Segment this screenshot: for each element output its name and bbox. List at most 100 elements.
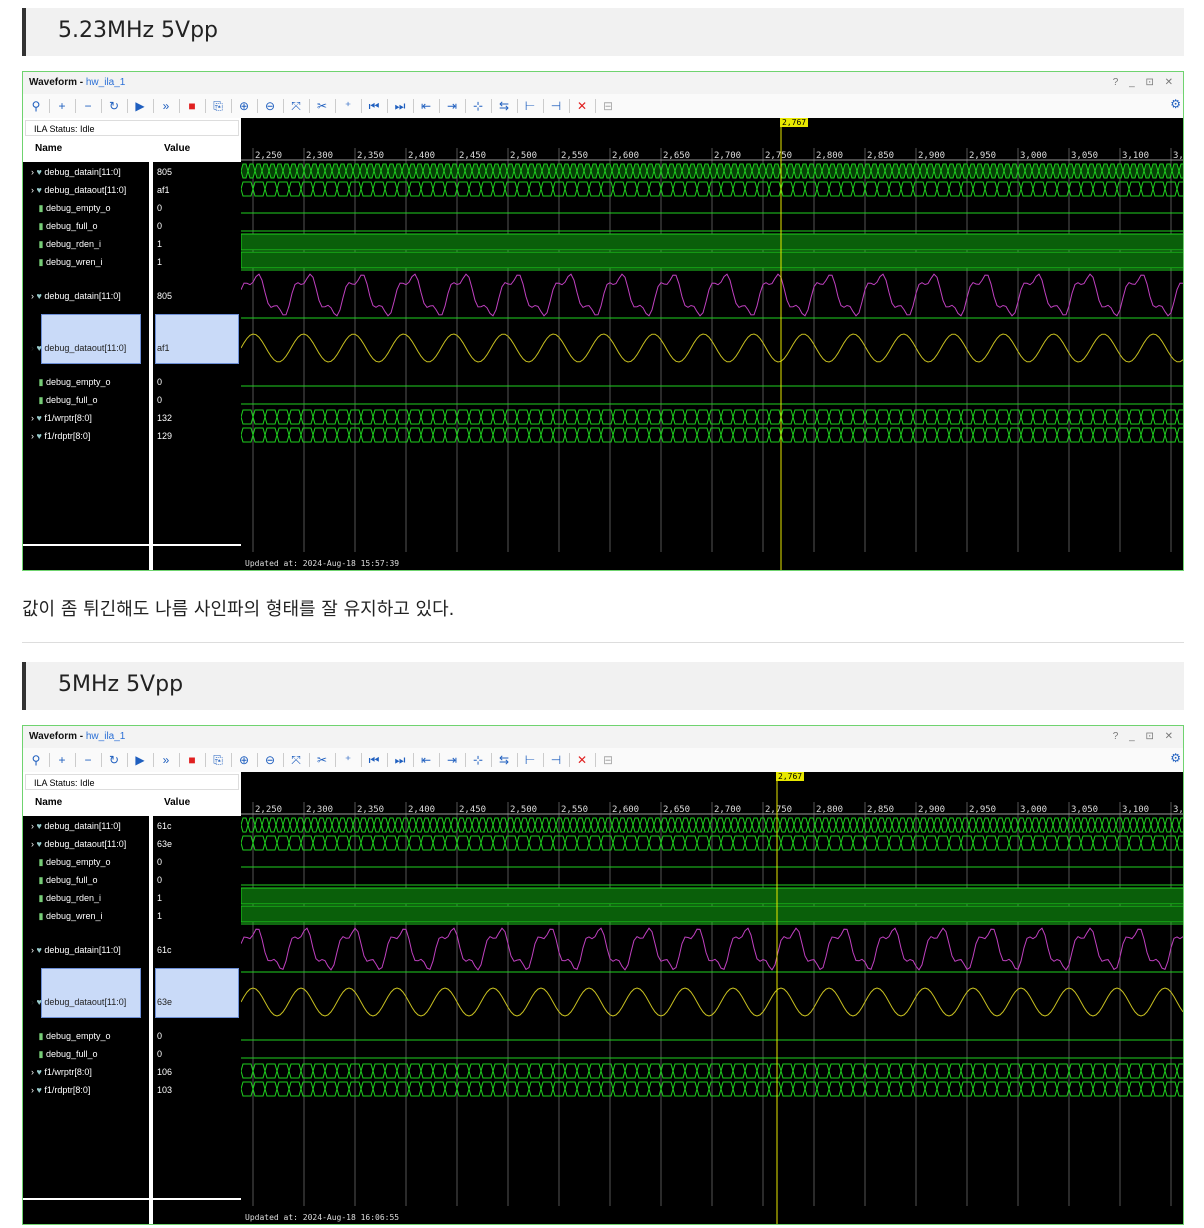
chevron-right-icon[interactable]: › bbox=[31, 821, 34, 831]
signal-row[interactable]: › ♥ f1/rdptr[8:0] 129 bbox=[23, 428, 241, 444]
zoom-out-icon[interactable]: ⊖ bbox=[261, 751, 279, 769]
column-name-header[interactable]: Name bbox=[23, 138, 151, 160]
settings-gear-icon[interactable]: ⚙ bbox=[1170, 97, 1181, 111]
export-icon[interactable]: ⎘ bbox=[209, 751, 227, 769]
signal-row[interactable]: ▮ debug_empty_o 0 bbox=[23, 854, 241, 870]
waveform-canvas[interactable]: 2,250 2,300 2,350 2,400 2,450 2,500 2,550 2,600… bbox=[241, 772, 1183, 1224]
signal-row[interactable]: ▮ debug_full_o 0 bbox=[23, 872, 241, 888]
disabled-icon[interactable]: ⊟ bbox=[599, 751, 617, 769]
zoom-out-icon[interactable]: ⊖ bbox=[261, 97, 279, 115]
cut-icon[interactable]: ✂ bbox=[313, 97, 331, 115]
signal-row[interactable]: ▮ debug_rden_i 1 bbox=[23, 236, 241, 252]
cursor-marker[interactable]: 2,767 bbox=[776, 772, 805, 781]
refresh-icon[interactable]: ↻ bbox=[105, 97, 123, 115]
go-first-icon[interactable]: ⏮ bbox=[365, 97, 383, 115]
marker-right-icon[interactable]: ⊣ bbox=[547, 97, 565, 115]
chevron-right-icon[interactable]: › bbox=[31, 1067, 34, 1077]
export-icon[interactable]: ⎘ bbox=[209, 97, 227, 115]
column-name-header[interactable]: Name bbox=[23, 792, 151, 814]
zoom-fit-icon[interactable]: ⤧ bbox=[287, 97, 305, 115]
search-icon[interactable]: ⚲ bbox=[27, 751, 45, 769]
zoom-in-icon[interactable]: ⊕ bbox=[235, 751, 253, 769]
chevron-right-icon[interactable]: › bbox=[31, 167, 34, 177]
signal-row[interactable]: ▮ debug_full_o 0 bbox=[23, 218, 241, 234]
signal-row[interactable]: ▮ debug_wren_i 1 bbox=[23, 254, 241, 270]
chevron-right-icon[interactable]: › bbox=[31, 945, 34, 955]
chevron-right-icon[interactable]: › bbox=[31, 997, 34, 1007]
next-edge-icon[interactable]: ⇥ bbox=[443, 751, 461, 769]
go-last-icon[interactable]: ⏭ bbox=[391, 751, 409, 769]
updated-at: Updated at: 2024-Aug-18 15:57:39 bbox=[245, 559, 400, 568]
column-value-header[interactable]: Value bbox=[152, 138, 241, 160]
add-cursor-icon[interactable]: ⊹ bbox=[469, 751, 487, 769]
marker-left-icon[interactable]: ⊢ bbox=[521, 751, 539, 769]
add-cursor-icon[interactable]: ⊹ bbox=[469, 97, 487, 115]
delete-icon[interactable]: ✕ bbox=[573, 97, 591, 115]
minus-icon[interactable]: − bbox=[79, 751, 97, 769]
signal-row[interactable]: › ♥ debug_dataout[11:0] af1 bbox=[23, 340, 241, 356]
minus-icon[interactable]: − bbox=[79, 97, 97, 115]
chevron-right-icon[interactable]: › bbox=[31, 413, 34, 423]
stop-icon[interactable]: ■ bbox=[183, 97, 201, 115]
disabled-icon[interactable]: ⊟ bbox=[599, 97, 617, 115]
next-edge-icon[interactable]: ⇥ bbox=[443, 97, 461, 115]
signal-row[interactable]: ▮ debug_full_o 0 bbox=[23, 1046, 241, 1062]
signal-row[interactable]: › ♥ f1/wrptr[8:0] 106 bbox=[23, 1064, 241, 1080]
swap-icon[interactable]: ⇆ bbox=[495, 97, 513, 115]
signal-row[interactable]: ▮ debug_rden_i 1 bbox=[23, 890, 241, 906]
settings-gear-icon[interactable]: ⚙ bbox=[1170, 751, 1181, 765]
marker-right-icon[interactable]: ⊣ bbox=[547, 751, 565, 769]
window-controls[interactable]: ? _ ⊡ ✕ bbox=[1113, 726, 1177, 748]
chevron-right-icon[interactable]: › bbox=[31, 1085, 34, 1095]
signal-row[interactable]: › ♥ debug_datain[11:0] 805 bbox=[23, 164, 241, 180]
refresh-icon[interactable]: ↻ bbox=[105, 751, 123, 769]
swap-icon[interactable]: ⇆ bbox=[495, 751, 513, 769]
delete-icon[interactable]: ✕ bbox=[573, 751, 591, 769]
run-icon[interactable]: ▶ bbox=[131, 751, 149, 769]
signal-row[interactable]: › ♥ debug_dataout[11:0] af1 bbox=[23, 182, 241, 198]
signal-row[interactable]: › ♥ debug_datain[11:0] 805 bbox=[23, 288, 241, 304]
signal-row[interactable]: › ♥ debug_datain[11:0] 61c bbox=[23, 942, 241, 958]
signal-row[interactable]: › ♥ f1/wrptr[8:0] 132 bbox=[23, 410, 241, 426]
waveform-canvas[interactable]: 2,250 2,300 2,350 2,400 2,450 2,500 2,550 2,600… bbox=[241, 118, 1183, 570]
stop-icon[interactable]: ■ bbox=[183, 751, 201, 769]
marker-left-icon[interactable]: ⊢ bbox=[521, 97, 539, 115]
chevron-right-icon[interactable]: › bbox=[31, 343, 34, 353]
fast-forward-icon[interactable]: » bbox=[157, 97, 175, 115]
cut-icon[interactable]: ✂ bbox=[313, 751, 331, 769]
column-value-header[interactable]: Value bbox=[152, 792, 241, 814]
window-controls[interactable]: ? _ ⊡ ✕ bbox=[1113, 72, 1177, 94]
chevron-right-icon[interactable]: › bbox=[31, 291, 34, 301]
prev-edge-icon[interactable]: ⇤ bbox=[417, 751, 435, 769]
zoom-in-plus-icon[interactable]: + bbox=[53, 751, 71, 769]
go-first-icon[interactable]: ⏮ bbox=[365, 751, 383, 769]
chevron-right-icon[interactable]: › bbox=[31, 431, 34, 441]
bus-icon: ♥ bbox=[36, 343, 42, 353]
window-link[interactable]: hw_ila_1 bbox=[86, 77, 125, 88]
signal-name: debug_wren_i bbox=[45, 911, 103, 921]
prev-edge-icon[interactable]: ⇤ bbox=[417, 97, 435, 115]
signal-row[interactable]: ▮ debug_wren_i 1 bbox=[23, 908, 241, 924]
cursor-marker[interactable]: 2,767 bbox=[780, 118, 809, 127]
chevron-right-icon[interactable]: › bbox=[31, 185, 34, 195]
bus-icon: ♥ bbox=[36, 945, 42, 955]
window-link[interactable]: hw_ila_1 bbox=[86, 731, 125, 742]
zoom-in-plus-icon[interactable]: + bbox=[53, 97, 71, 115]
signal-row[interactable]: › ♥ f1/rdptr[8:0] 103 bbox=[23, 1082, 241, 1098]
signal-row[interactable]: › ♥ debug_dataout[11:0] 63e bbox=[23, 994, 241, 1010]
run-icon[interactable]: ▶ bbox=[131, 97, 149, 115]
signal-row[interactable]: ▮ debug_empty_o 0 bbox=[23, 374, 241, 390]
signal-row[interactable]: ▮ debug_empty_o 0 bbox=[23, 200, 241, 216]
zoom-fit-icon[interactable]: ⤧ bbox=[287, 751, 305, 769]
chevron-right-icon[interactable]: › bbox=[31, 839, 34, 849]
signal-row[interactable]: ▮ debug_empty_o 0 bbox=[23, 1028, 241, 1044]
signal-row[interactable]: ▮ debug_full_o 0 bbox=[23, 392, 241, 408]
zoom-in-icon[interactable]: ⊕ bbox=[235, 97, 253, 115]
search-icon[interactable]: ⚲ bbox=[27, 97, 45, 115]
fast-forward-icon[interactable]: » bbox=[157, 751, 175, 769]
add-marker-icon[interactable]: ⁺ bbox=[339, 751, 357, 769]
go-last-icon[interactable]: ⏭ bbox=[391, 97, 409, 115]
signal-row[interactable]: › ♥ debug_dataout[11:0] 63e bbox=[23, 836, 241, 852]
add-marker-icon[interactable]: ⁺ bbox=[339, 97, 357, 115]
signal-row[interactable]: › ♥ debug_datain[11:0] 61c bbox=[23, 818, 241, 834]
